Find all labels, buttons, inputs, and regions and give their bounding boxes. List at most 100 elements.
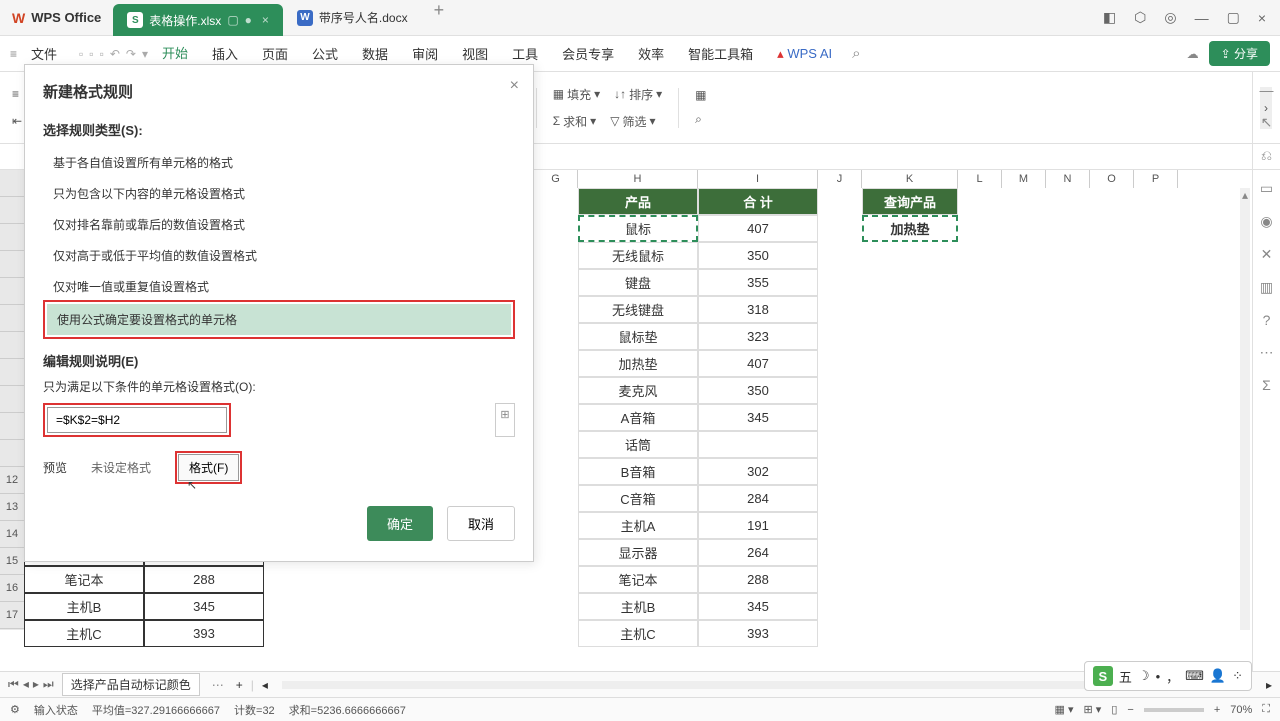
sort-button[interactable]: ↓↑ 排序 ▾ — [610, 84, 666, 105]
cell[interactable]: 345 — [698, 593, 818, 620]
menu-tools[interactable]: 工具 — [502, 40, 548, 67]
cell[interactable]: 合 计 — [698, 188, 818, 215]
scroll-up-icon[interactable]: ▴ — [1240, 188, 1250, 200]
menu-smart[interactable]: 智能工具箱 — [678, 40, 763, 67]
hamburger-icon[interactable]: ≡ — [10, 47, 17, 61]
cell[interactable]: B音箱 — [578, 458, 698, 485]
cloud-icon[interactable]: ☁ — [1187, 47, 1199, 61]
cell[interactable]: 323 — [698, 323, 818, 350]
col-header[interactable]: J — [818, 170, 862, 188]
cell[interactable]: 显示器 — [578, 539, 698, 566]
col-header[interactable]: I — [698, 170, 818, 188]
col-header[interactable]: G — [534, 170, 578, 188]
next-sheet-icon[interactable]: ▸ — [33, 677, 39, 692]
row-header[interactable] — [0, 332, 24, 359]
add-sheet-icon[interactable]: + — [236, 678, 243, 692]
row-header[interactable] — [0, 413, 24, 440]
layout-icon[interactable]: ▭ — [1260, 180, 1273, 197]
filter-button[interactable]: ▽ 筛选 ▾ — [606, 111, 659, 132]
panel-icon[interactable]: ◧ — [1103, 9, 1116, 26]
cell[interactable]: 话筒 — [578, 431, 698, 458]
menu-page[interactable]: 页面 — [252, 40, 298, 67]
row-header[interactable] — [0, 386, 24, 413]
scroll-left-icon[interactable]: ◂ — [262, 678, 268, 692]
fill-button[interactable]: ▦ 填充 ▾ — [549, 84, 604, 105]
cell[interactable]: 407 — [698, 215, 818, 242]
cell[interactable]: 无线键盘 — [578, 296, 698, 323]
cell[interactable]: C音箱 — [578, 485, 698, 512]
scrollbar-vertical[interactable]: ▴ — [1240, 188, 1250, 630]
save-icon[interactable]: ▫ — [79, 47, 83, 61]
cell[interactable]: 鼠标 — [578, 215, 698, 242]
minimize-icon[interactable]: — — [1195, 10, 1209, 26]
menu-data[interactable]: 数据 — [352, 40, 398, 67]
cell[interactable]: 无线鼠标 — [578, 242, 698, 269]
col-header[interactable]: N — [1046, 170, 1090, 188]
expand-icon[interactable]: ▾ — [142, 47, 148, 61]
cell[interactable]: 302 — [698, 458, 818, 485]
ime-badge[interactable]: S 五 ☽ • ， ⌨ 👤 ⁘ — [1084, 661, 1252, 691]
menu-efficiency[interactable]: 效率 — [628, 40, 674, 67]
menu-file[interactable]: 文件 — [21, 40, 67, 67]
row-header[interactable] — [0, 197, 24, 224]
minus-icon[interactable]: — — [1260, 82, 1274, 98]
skin-icon[interactable]: ◎ — [1164, 9, 1176, 26]
row-header[interactable] — [0, 440, 24, 467]
row-header[interactable] — [0, 278, 24, 305]
cell[interactable]: 318 — [698, 296, 818, 323]
zoom-slider[interactable] — [1144, 708, 1204, 712]
cell[interactable]: 主机B — [24, 593, 144, 620]
help-icon[interactable]: ? — [1263, 312, 1271, 328]
sheet-menu-icon[interactable]: ⋯ — [208, 678, 228, 692]
cell[interactable]: 查询产品 — [862, 188, 958, 215]
rule-item-4[interactable]: 仅对唯一值或重复值设置格式 — [43, 271, 515, 302]
row-header[interactable]: 16 — [0, 575, 24, 602]
settings-icon[interactable]: ⚙ — [10, 703, 20, 716]
tab-spreadsheet[interactable]: S 表格操作.xlsx ▢ ● × — [113, 4, 283, 36]
sheet-tab[interactable]: 选择产品自动标记颜色 — [62, 673, 200, 696]
cell[interactable]: 288 — [698, 566, 818, 593]
row-header[interactable] — [0, 224, 24, 251]
cell[interactable]: 355 — [698, 269, 818, 296]
row-header[interactable] — [0, 251, 24, 278]
cell[interactable]: 191 — [698, 512, 818, 539]
rule-item-1[interactable]: 只为包含以下内容的单元格设置格式 — [43, 178, 515, 209]
align-left-icon[interactable]: ≡ — [8, 85, 23, 103]
menu-view[interactable]: 视图 — [452, 40, 498, 67]
cell[interactable]: 264 — [698, 539, 818, 566]
view-normal-icon[interactable]: ▦ ▾ — [1055, 703, 1074, 716]
cell[interactable]: 主机B — [578, 593, 698, 620]
cell[interactable]: 393 — [144, 620, 264, 647]
search-icon[interactable]: ⌕ — [852, 45, 860, 62]
ok-button[interactable]: 确定 — [367, 506, 433, 541]
row-header[interactable] — [0, 170, 24, 197]
dialog-close-icon[interactable]: × — [510, 77, 519, 95]
formula-input[interactable] — [47, 407, 227, 433]
menu-review[interactable]: 审阅 — [402, 40, 448, 67]
cell[interactable]: 加热垫 — [862, 215, 958, 242]
col-header[interactable]: L — [958, 170, 1002, 188]
cancel-button[interactable]: 取消 — [447, 506, 515, 541]
expand-status-icon[interactable]: ⛶ — [1262, 703, 1270, 716]
rule-item-0[interactable]: 基于各自值设置所有单元格的格式 — [43, 147, 515, 178]
zoom-in-icon[interactable]: + — [1214, 704, 1220, 716]
col-header[interactable]: O — [1090, 170, 1134, 188]
cell[interactable]: 284 — [698, 485, 818, 512]
close-window-icon[interactable]: × — [1258, 10, 1266, 26]
cell[interactable]: 麦克风 — [578, 377, 698, 404]
branch-icon[interactable]: ⎌ — [1261, 147, 1272, 164]
rule-item-2[interactable]: 仅对排名靠前或靠后的数值设置格式 — [43, 209, 515, 240]
cell[interactable]: 主机C — [578, 620, 698, 647]
cell[interactable]: 主机A — [578, 512, 698, 539]
cursor-icon[interactable]: ↖ — [1261, 114, 1273, 131]
menu-vip[interactable]: 会员专享 — [552, 40, 624, 67]
package-icon[interactable]: ⬡ — [1134, 9, 1146, 26]
expand-select-icon[interactable]: ▦ — [691, 86, 710, 104]
cell[interactable]: 407 — [698, 350, 818, 377]
cell[interactable]: 主机C — [24, 620, 144, 647]
view-mode3-icon[interactable]: ▯ — [1111, 703, 1117, 716]
row-header[interactable]: 17 — [0, 602, 24, 629]
col-header[interactable]: H — [578, 170, 698, 188]
cell[interactable]: 加热垫 — [578, 350, 698, 377]
col-header[interactable]: P — [1134, 170, 1178, 188]
